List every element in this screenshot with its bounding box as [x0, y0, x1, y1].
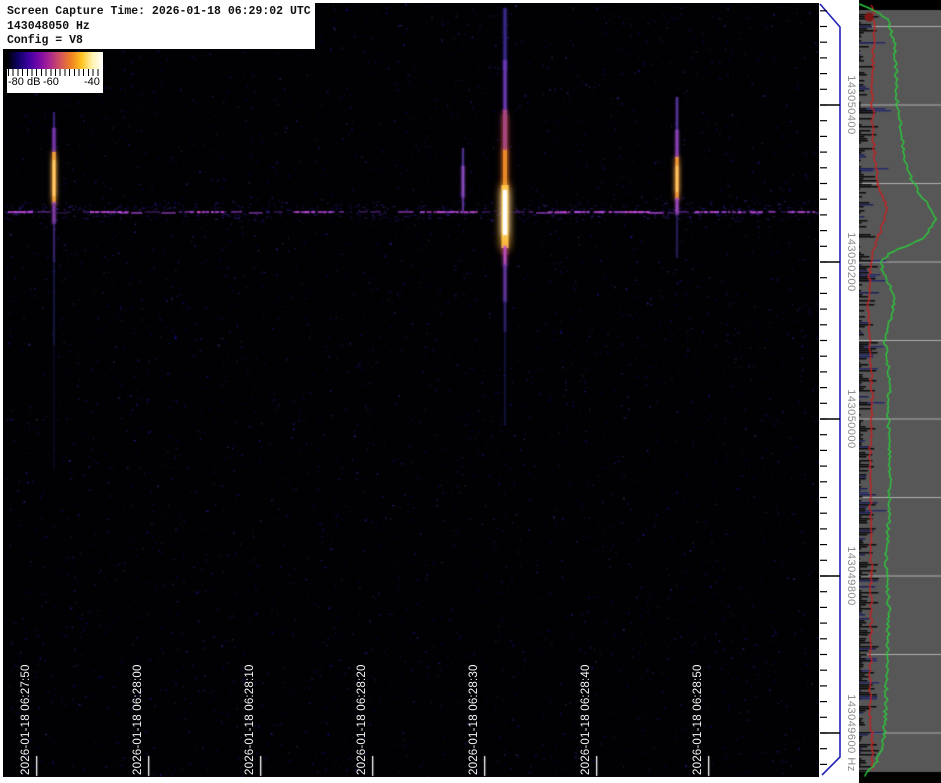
frequency-axis-label: 143049800	[845, 546, 857, 606]
frequency-axis-label: 143050400	[845, 75, 857, 135]
colorbar-label-min: -80 dB	[8, 76, 41, 88]
db-colorbar: -80 dB -60 -40	[7, 52, 103, 93]
colorbar-gradient	[7, 52, 103, 69]
frequency-axis-label: 143050000	[845, 389, 857, 449]
time-axis-label: 2026-01-18 06:28:30	[468, 664, 480, 775]
frequency-axis-label: 143049600 Hz	[845, 694, 857, 772]
colorbar-label-max: -40	[84, 76, 100, 88]
capture-frequency-text: 143048050 Hz	[7, 19, 90, 33]
time-axis-label: 2026-01-18 06:28:20	[356, 664, 368, 775]
time-axis-label: 2026-01-18 06:28:00	[132, 664, 144, 775]
time-axis-label: 2026-01-18 06:28:10	[244, 664, 256, 775]
capture-time-text: Screen Capture Time: 2026-01-18 06:29:02…	[7, 5, 311, 18]
time-axis-label: 2026-01-18 06:28:40	[580, 664, 592, 775]
spectrum-side-panel-canvas	[859, 0, 941, 783]
frequency-axis-label: 143050200	[845, 232, 857, 292]
time-axis-label: 2026-01-18 06:28:50	[692, 664, 704, 775]
spectrum-lab-capture: Screen Capture Time: 2026-01-18 06:29:02…	[0, 0, 941, 783]
capture-info-box: Screen Capture Time: 2026-01-18 06:29:02…	[3, 3, 315, 49]
colorbar-labels: -80 dB -60 -40	[7, 76, 103, 91]
colorbar-label-mid: -60	[43, 76, 59, 88]
colorbar-ticks	[8, 69, 102, 76]
capture-config-text: Config = V8	[7, 34, 83, 47]
waterfall-spectrogram-canvas	[3, 3, 819, 777]
time-axis-label: 2026-01-18 06:27:50	[20, 664, 32, 775]
